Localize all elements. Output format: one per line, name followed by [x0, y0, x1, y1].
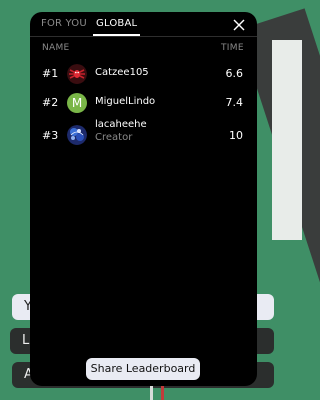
- tab-for-you[interactable]: FOR YOU: [41, 18, 87, 29]
- close-icon[interactable]: [232, 17, 246, 31]
- active-tab-indicator: [93, 34, 140, 36]
- player-role: Creator: [95, 132, 133, 143]
- player-time: 6.6: [225, 67, 244, 80]
- player-name: MiguelLindo: [95, 96, 156, 107]
- rank-label: #2: [42, 96, 59, 109]
- player-name: Catzee105: [95, 67, 149, 78]
- avatar-letter: M: [71, 96, 83, 110]
- background-road-edge: [272, 40, 302, 240]
- blue-artwork-avatar-icon: [67, 125, 87, 145]
- leaderboard-row[interactable]: #2 M MiguelLindo 7.4: [30, 91, 257, 115]
- column-header-name: NAME: [42, 43, 70, 53]
- background-button-2-label: L: [22, 333, 30, 348]
- leaderboard-tabs: FOR YOU GLOBAL: [30, 12, 257, 37]
- leaderboard-row[interactable]: #1 Catzee105 6.6: [30, 62, 257, 86]
- player-time: 7.4: [225, 96, 244, 109]
- leaderboard-panel: FOR YOU GLOBAL NAME TIME #1 Catzee105 6.…: [30, 12, 257, 386]
- column-header-time: TIME: [221, 43, 244, 53]
- rank-label: #3: [42, 129, 59, 142]
- player-time: 10: [229, 129, 243, 142]
- player-name: lacaheehe: [95, 119, 147, 130]
- spider-avatar-icon: [67, 64, 87, 84]
- tab-global[interactable]: GLOBAL: [96, 18, 137, 29]
- letter-avatar-icon: M: [67, 93, 87, 113]
- leaderboard-row[interactable]: #3 lacaheehe Creator 10: [30, 118, 257, 148]
- rank-label: #1: [42, 67, 59, 80]
- share-leaderboard-button[interactable]: Share Leaderboard: [86, 358, 200, 380]
